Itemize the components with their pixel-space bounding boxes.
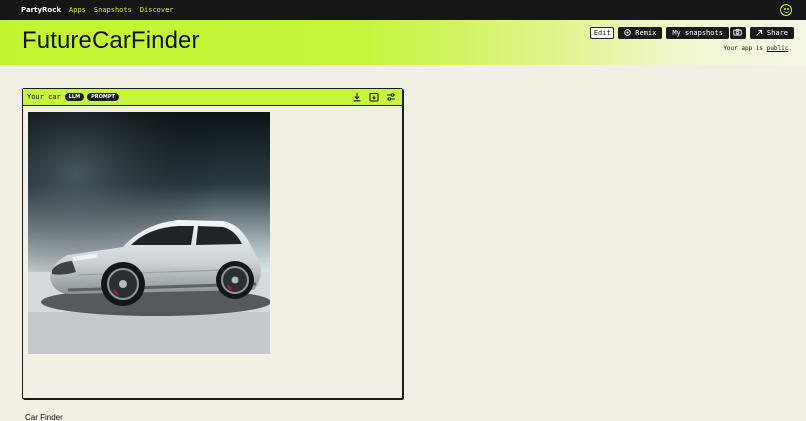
edit-button[interactable]: Edit	[590, 27, 615, 39]
camera-button[interactable]	[729, 27, 746, 39]
share-button[interactable]: Share	[749, 27, 794, 39]
settings-icon[interactable]	[386, 92, 396, 102]
settings-icon[interactable]	[780, 413, 788, 421]
share-arrow-icon	[756, 29, 763, 38]
car-finder-widget-title: Car Finder	[25, 413, 63, 421]
app-header: FutureCarFinder Edit Remix My snapshots …	[0, 20, 806, 65]
remix-label: Remix	[635, 29, 657, 37]
public-link[interactable]: public	[767, 45, 789, 52]
widget-title: Your car	[27, 93, 61, 101]
app-title: FutureCarFinder	[22, 27, 200, 54]
share-label: Share	[766, 29, 788, 37]
top-nav: PartyRock Apps Snapshots Discover	[0, 0, 806, 20]
prompt-badge[interactable]: PROMPT	[87, 93, 119, 101]
my-snapshots-button[interactable]: My snapshots	[666, 27, 729, 39]
brand-logo[interactable]: PartyRock	[21, 6, 61, 14]
nav-link-discover[interactable]: Discover	[140, 6, 174, 14]
nav-link-snapshots[interactable]: Snapshots	[94, 6, 132, 14]
widget-header: Your car LLM PROMPT	[23, 89, 402, 106]
visibility-prefix: Your app is	[723, 45, 764, 52]
widget-tools	[345, 92, 396, 102]
remix-icon	[624, 28, 632, 38]
camera-icon	[733, 28, 743, 38]
nav-link-apps[interactable]: Apps	[69, 6, 86, 14]
download-icon[interactable]	[352, 92, 362, 102]
your-car-widget: Your car LLM PROMPT	[22, 88, 403, 399]
header-actions: Edit Remix My snapshots Share	[586, 27, 794, 39]
remix-button[interactable]: Remix	[618, 27, 663, 39]
white-suv-car-image	[28, 112, 270, 354]
visibility-suffix: .	[788, 45, 792, 52]
llm-badge: LLM	[64, 93, 85, 101]
save-icon[interactable]	[369, 92, 379, 102]
smiley-icon[interactable]	[780, 4, 792, 16]
visibility-note: Your app is public.	[723, 45, 792, 52]
